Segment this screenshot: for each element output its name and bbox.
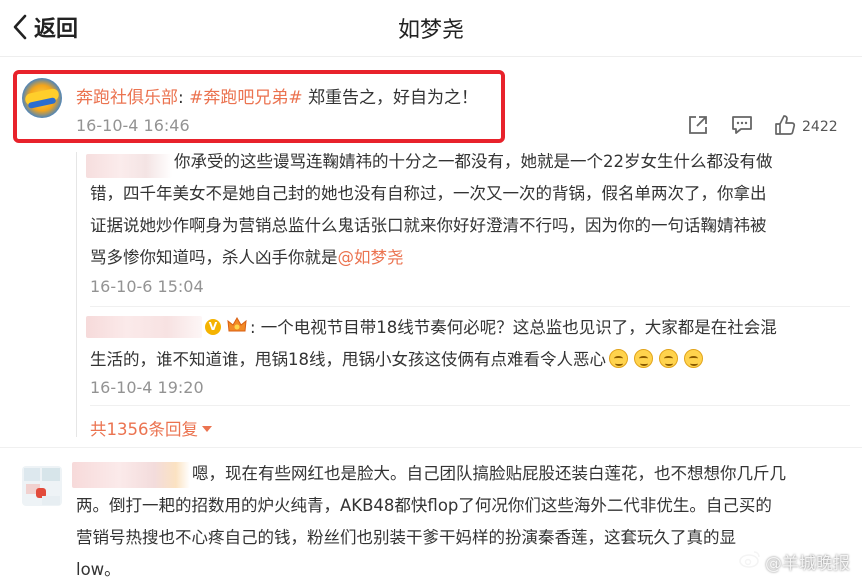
smile-emoji-icon: [609, 349, 628, 368]
like-icon: [774, 114, 796, 140]
smile-emoji-icon: [684, 349, 703, 368]
watermark-text: @羊城晚报: [765, 554, 850, 574]
top-bar: 返回 如梦尧: [0, 0, 862, 56]
like-count: 2422: [802, 119, 838, 135]
caret-down-icon: [202, 426, 212, 432]
reply-2-line-2-text: 生活的，谁不知道谁，甩锅18线，甩锅小女孩这伎俩有点难看令人恶心: [90, 350, 606, 369]
smile-emoji-icon: [634, 349, 653, 368]
comment-button[interactable]: [731, 114, 753, 140]
comment-divider: [0, 447, 862, 448]
comment-icon: [731, 114, 753, 140]
reply-1-line-4-text: 骂多惨你知道吗，杀人凶手你就是: [90, 248, 338, 267]
reply-divider: [90, 306, 850, 307]
reply-2-line-2: 生活的，谁不知道谁，甩锅18线，甩锅小女孩这伎俩有点难看令人恶心: [90, 344, 850, 376]
reply-2-timestamp: 16-10-4 19:20: [90, 378, 204, 397]
comment-2-line-2: 两。倒打一耙的招数用的炉火纯青，AKB48都快flop了何况你们这些海外二代非优…: [76, 496, 772, 515]
watermark: @羊城晚报: [739, 549, 850, 574]
reply-1-line-2: 错，四千年美女不是她自己封的她也没有自称过，一次又一次的背锅，假名单两次了，你拿…: [90, 184, 767, 203]
reply-1-timestamp: 16-10-6 15:04: [90, 277, 204, 296]
page-title: 如梦尧: [397, 18, 464, 43]
reply-divider: [90, 405, 850, 406]
reply-1-text: 你承受的这些谩骂连鞠婧祎的十分之一都没有，她就是一个22岁女生什么都没有做 错，…: [90, 146, 850, 274]
weibo-icon: [739, 550, 765, 573]
header-divider: [0, 56, 862, 57]
highlight-box: [13, 70, 505, 143]
comment-2-line-1: 嗯，现在有些网红也是脸大。自己团队搞脸贴屁股还装白莲花，也不想想你几斤几: [192, 464, 786, 483]
smile-emoji-icon: [659, 349, 678, 368]
thread-line: [76, 152, 77, 437]
reply-1-line-4: 骂多惨你知道吗，杀人凶手你就是@如梦尧: [90, 242, 850, 274]
reply-1-line-1: 你承受的这些谩骂连鞠婧祎的十分之一都没有，她就是一个22岁女生什么都没有做: [174, 152, 773, 171]
reply-2-line-1: : 一个电视节目带18线节奏何必呢？这总监也见识了，大家都是在社会混: [250, 318, 777, 337]
reply-1-line-3: 证据说她炒作啊身为营销总监什么鬼话张口就来你好好澄清不行吗，因为你的一句话鞠婧祎…: [90, 216, 767, 235]
like-button[interactable]: 2422: [774, 114, 838, 140]
share-icon: [687, 114, 709, 140]
share-button[interactable]: [687, 114, 709, 140]
commenter-avatar[interactable]: [22, 466, 62, 506]
mention-link[interactable]: @如梦尧: [338, 248, 404, 267]
more-replies-link[interactable]: 共1356条回复: [90, 416, 212, 440]
more-replies-label: 共1356条回复: [90, 420, 198, 439]
reply-2-text: : 一个电视节目带18线节奏何必呢？这总监也见识了，大家都是在社会混 生活的，谁…: [90, 312, 850, 376]
